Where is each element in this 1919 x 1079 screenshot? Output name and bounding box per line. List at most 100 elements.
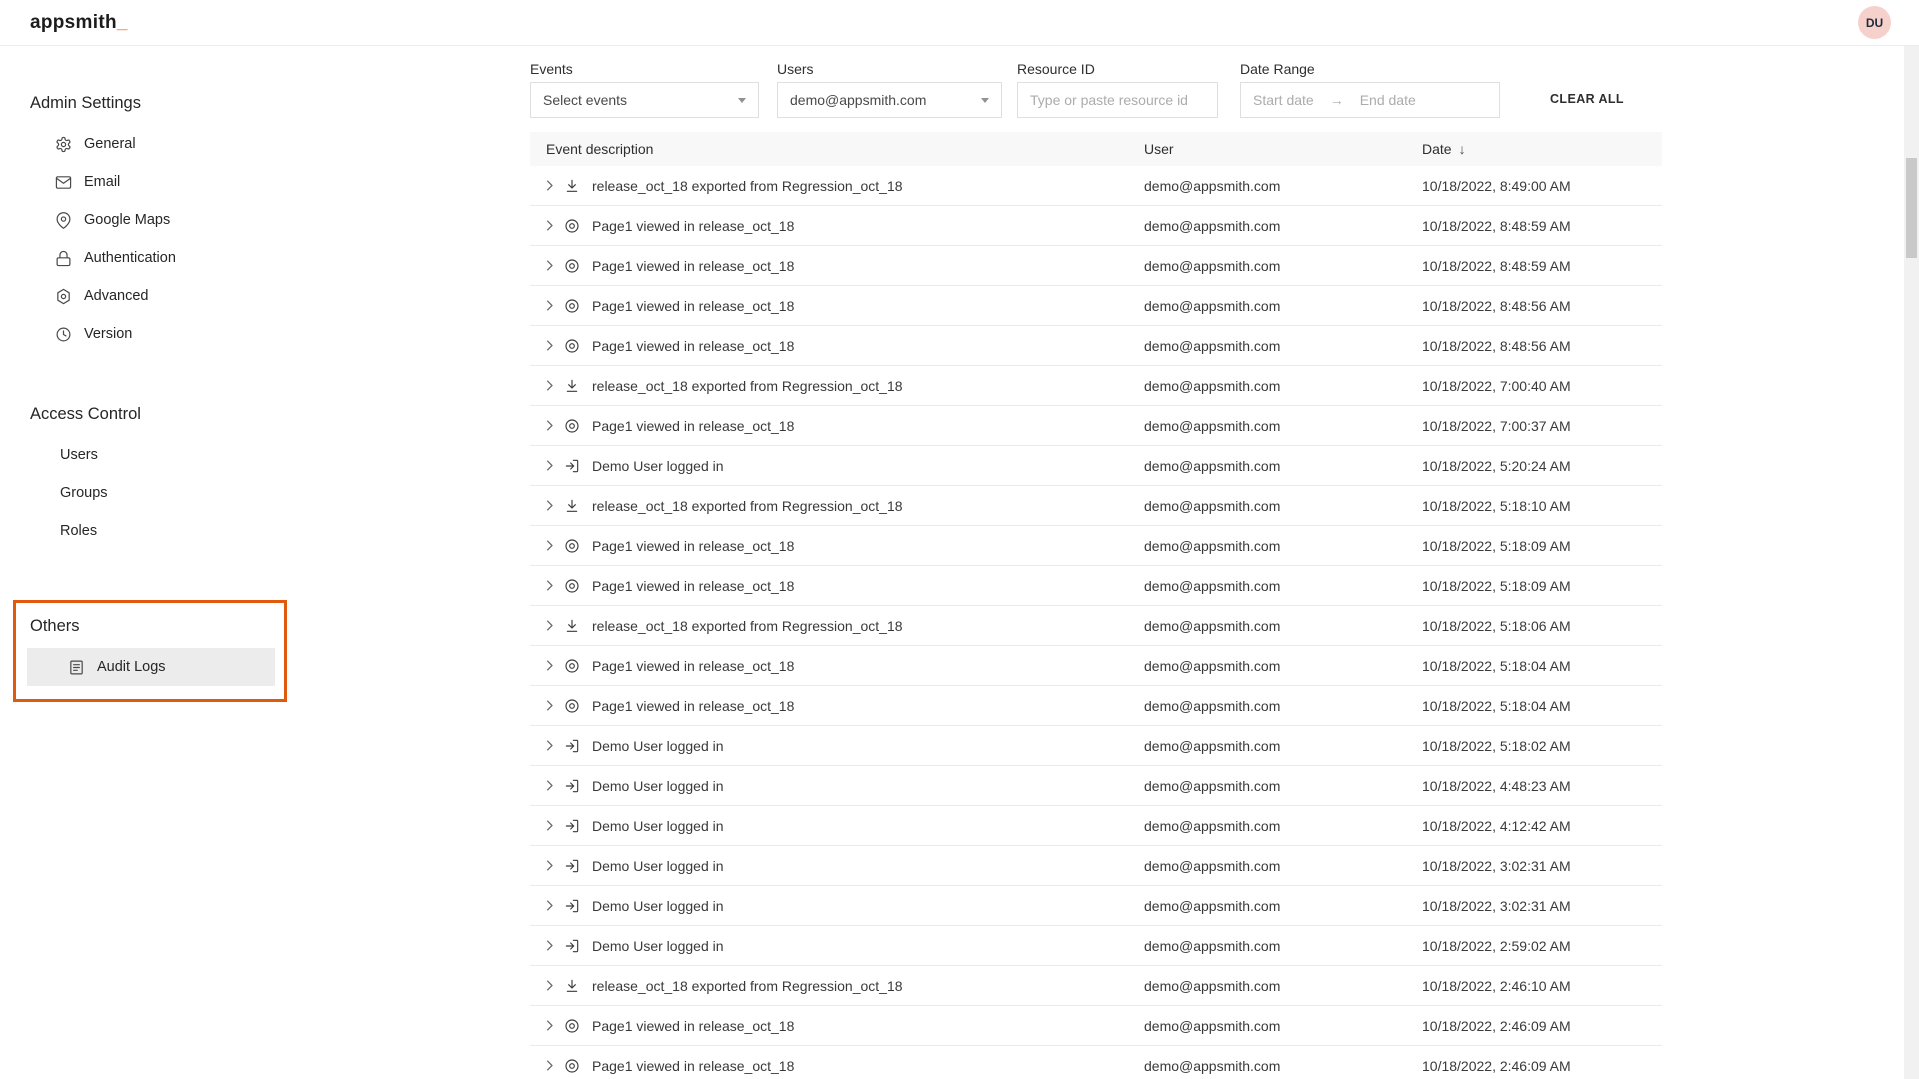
- chevron-right-icon[interactable]: [542, 858, 564, 873]
- chevron-right-icon[interactable]: [542, 1018, 564, 1033]
- event-date: 10/18/2022, 2:59:02 AM: [1422, 938, 1662, 954]
- sidebar-item-version[interactable]: Version: [0, 315, 300, 353]
- event-type-icon: [564, 218, 592, 234]
- table-row[interactable]: Demo User logged in demo@appsmith.com 10…: [530, 446, 1662, 486]
- sidebar-item-label: Version: [84, 326, 132, 342]
- chevron-right-icon[interactable]: [542, 498, 564, 513]
- table-row[interactable]: Page1 viewed in release_oct_18 demo@apps…: [530, 326, 1662, 366]
- events-select[interactable]: Select events: [530, 82, 759, 118]
- date-range-picker[interactable]: Start date → End date: [1240, 82, 1500, 118]
- table-row[interactable]: Demo User logged in demo@appsmith.com 10…: [530, 726, 1662, 766]
- chevron-right-icon[interactable]: [542, 458, 564, 473]
- table-row[interactable]: release_oct_18 exported from Regression_…: [530, 166, 1662, 206]
- table-row[interactable]: Demo User logged in demo@appsmith.com 10…: [530, 926, 1662, 966]
- vertical-scrollbar[interactable]: [1904, 46, 1919, 1079]
- clear-all-button[interactable]: CLEAR ALL: [1550, 92, 1624, 106]
- table-row[interactable]: release_oct_18 exported from Regression_…: [530, 366, 1662, 406]
- table-row[interactable]: release_oct_18 exported from Regression_…: [530, 486, 1662, 526]
- event-user: demo@appsmith.com: [1144, 658, 1422, 674]
- sidebar-item-advanced[interactable]: Advanced: [0, 277, 300, 315]
- table-row[interactable]: Page1 viewed in release_oct_18 demo@apps…: [530, 406, 1662, 446]
- event-description: Page1 viewed in release_oct_18: [592, 1018, 1144, 1034]
- events-select-value: Select events: [543, 92, 627, 108]
- chevron-right-icon[interactable]: [542, 538, 564, 553]
- table-row[interactable]: Demo User logged in demo@appsmith.com 10…: [530, 806, 1662, 846]
- date-column-label: Date: [1422, 141, 1452, 157]
- chevron-right-icon[interactable]: [542, 298, 564, 313]
- event-type-icon: [564, 778, 592, 794]
- end-date-input[interactable]: End date: [1360, 92, 1416, 108]
- chevron-right-icon[interactable]: [542, 938, 564, 953]
- chevron-right-icon[interactable]: [542, 178, 564, 193]
- event-description: Page1 viewed in release_oct_18: [592, 258, 1144, 274]
- table-row[interactable]: Page1 viewed in release_oct_18 demo@apps…: [530, 246, 1662, 286]
- event-description: Demo User logged in: [592, 818, 1144, 834]
- column-header-date[interactable]: Date ↓: [1422, 141, 1662, 157]
- sidebar-item-label: Email: [84, 174, 120, 190]
- table-row[interactable]: Page1 viewed in release_oct_18 demo@apps…: [530, 686, 1662, 726]
- event-description: Page1 viewed in release_oct_18: [592, 1058, 1144, 1074]
- chevron-right-icon[interactable]: [542, 898, 564, 913]
- table-row[interactable]: Page1 viewed in release_oct_18 demo@apps…: [530, 1046, 1662, 1079]
- chevron-right-icon[interactable]: [542, 978, 564, 993]
- event-user: demo@appsmith.com: [1144, 818, 1422, 834]
- app-header: appsmith_ DU: [0, 0, 1919, 46]
- chevron-right-icon[interactable]: [542, 578, 564, 593]
- audit-logs-content: Events Select events Users demo@appsmith…: [300, 46, 1919, 1079]
- chevron-right-icon[interactable]: [542, 658, 564, 673]
- appsmith-logo[interactable]: appsmith_: [30, 12, 128, 34]
- table-row[interactable]: Page1 viewed in release_oct_18 demo@apps…: [530, 286, 1662, 326]
- users-select[interactable]: demo@appsmith.com: [777, 82, 1002, 118]
- event-user: demo@appsmith.com: [1144, 1018, 1422, 1034]
- event-type-icon: [564, 298, 592, 314]
- chevron-right-icon[interactable]: [542, 378, 564, 393]
- chevron-right-icon[interactable]: [542, 218, 564, 233]
- chevron-right-icon[interactable]: [542, 1058, 564, 1073]
- user-avatar[interactable]: DU: [1858, 6, 1891, 39]
- chevron-right-icon[interactable]: [542, 618, 564, 633]
- event-description: release_oct_18 exported from Regression_…: [592, 178, 1144, 194]
- event-type-icon: [564, 338, 592, 354]
- event-description: Page1 viewed in release_oct_18: [592, 538, 1144, 554]
- table-row[interactable]: release_oct_18 exported from Regression_…: [530, 966, 1662, 1006]
- table-row[interactable]: Page1 viewed in release_oct_18 demo@apps…: [530, 206, 1662, 246]
- event-date: 10/18/2022, 5:20:24 AM: [1422, 458, 1662, 474]
- table-row[interactable]: Demo User logged in demo@appsmith.com 10…: [530, 766, 1662, 806]
- sidebar-item-authentication[interactable]: Authentication: [0, 239, 300, 277]
- table-row[interactable]: Page1 viewed in release_oct_18 demo@apps…: [530, 646, 1662, 686]
- sidebar-item-general[interactable]: General: [0, 125, 300, 163]
- scrollbar-thumb[interactable]: [1906, 158, 1917, 258]
- events-filter: Events Select events: [530, 60, 759, 118]
- event-type-icon: [564, 578, 592, 594]
- table-row[interactable]: Demo User logged in demo@appsmith.com 10…: [530, 886, 1662, 926]
- resource-id-input[interactable]: [1030, 83, 1205, 117]
- table-row[interactable]: Demo User logged in demo@appsmith.com 10…: [530, 846, 1662, 886]
- sidebar-item-audit-logs[interactable]: Audit Logs: [27, 648, 275, 686]
- chevron-right-icon[interactable]: [542, 818, 564, 833]
- chevron-right-icon[interactable]: [542, 778, 564, 793]
- event-type-icon: [564, 1058, 592, 1074]
- start-date-input[interactable]: Start date: [1253, 92, 1314, 108]
- chevron-right-icon[interactable]: [542, 698, 564, 713]
- event-type-icon: [564, 458, 592, 474]
- sidebar-item-email[interactable]: Email: [0, 163, 300, 201]
- section-admin-settings: Admin Settings General Email Google Maps…: [0, 92, 300, 353]
- chevron-right-icon[interactable]: [542, 738, 564, 753]
- chevron-right-icon[interactable]: [542, 258, 564, 273]
- audit-logs-table: Event description User Date ↓ release_oc…: [530, 132, 1662, 1079]
- event-user: demo@appsmith.com: [1144, 218, 1422, 234]
- table-row[interactable]: Page1 viewed in release_oct_18 demo@apps…: [530, 1006, 1662, 1046]
- table-body: release_oct_18 exported from Regression_…: [530, 166, 1662, 1079]
- sidebar-item-users[interactable]: Users: [0, 436, 300, 474]
- event-date: 10/18/2022, 5:18:09 AM: [1422, 578, 1662, 594]
- table-row[interactable]: Page1 viewed in release_oct_18 demo@apps…: [530, 526, 1662, 566]
- sidebar-item-google-maps[interactable]: Google Maps: [0, 201, 300, 239]
- chevron-right-icon[interactable]: [542, 338, 564, 353]
- chevron-right-icon[interactable]: [542, 418, 564, 433]
- sidebar-item-groups[interactable]: Groups: [0, 474, 300, 512]
- sidebar-item-roles[interactable]: Roles: [0, 512, 300, 550]
- table-row[interactable]: Page1 viewed in release_oct_18 demo@apps…: [530, 566, 1662, 606]
- event-description: Demo User logged in: [592, 458, 1144, 474]
- sidebar-item-label: Audit Logs: [97, 659, 166, 675]
- table-row[interactable]: release_oct_18 exported from Regression_…: [530, 606, 1662, 646]
